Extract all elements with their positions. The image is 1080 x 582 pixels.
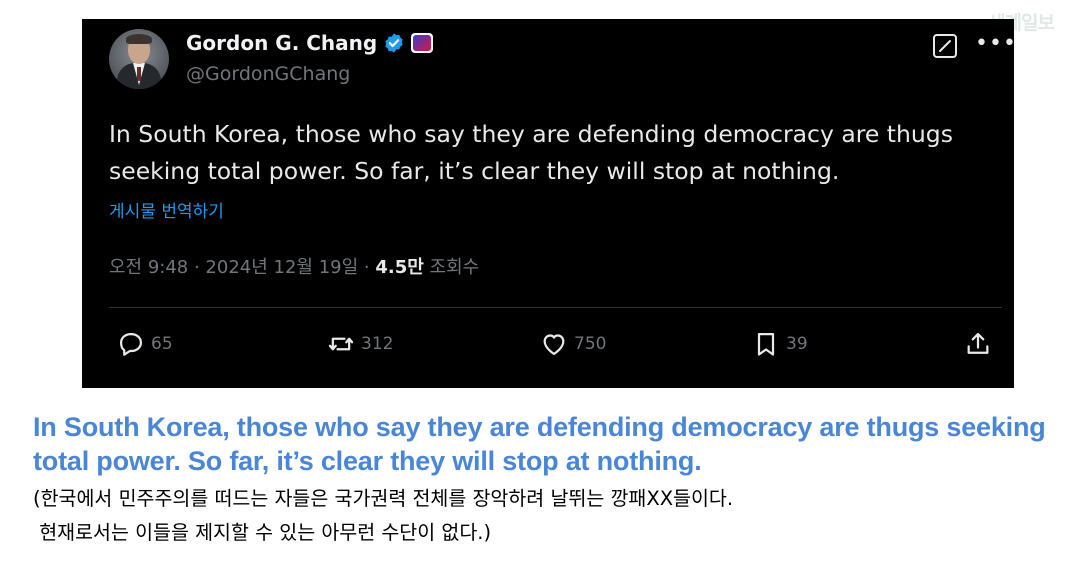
translate-link[interactable]: 게시물 번역하기 xyxy=(109,197,224,222)
repost-icon xyxy=(328,337,354,351)
bookmark-button[interactable]: 39 xyxy=(752,330,808,358)
like-button[interactable]: 750 xyxy=(540,330,606,358)
caption-korean: (한국에서 민주주의를 떠드는 자들은 국가권력 전체를 장악하려 날뛰는 깡패… xyxy=(33,482,1063,550)
caption-english: In South Korea, those who say they are d… xyxy=(33,412,1046,476)
share-button[interactable] xyxy=(964,330,998,358)
caption-korean-line2: 현재로서는 이들을 제지할 수 있는 아무런 수단이 없다.) xyxy=(33,521,492,544)
affiliation-badge-icon[interactable] xyxy=(411,33,434,53)
views-label: 조회수 xyxy=(423,257,480,278)
tweet-card: Gordon G. Chang @GordonGChang ••• In Sou… xyxy=(82,19,1017,388)
reply-icon xyxy=(119,332,143,356)
repost-button[interactable]: 312 xyxy=(327,330,393,358)
like-icon xyxy=(543,334,565,356)
reply-button[interactable]: 65 xyxy=(117,330,173,358)
timestamp[interactable]: 오전 9:48 · 2024년 12월 19일 xyxy=(109,257,358,278)
avatar[interactable] xyxy=(109,29,169,89)
tweet-text: In South Korea, those who say they are d… xyxy=(109,120,953,185)
more-icon[interactable]: ••• xyxy=(975,31,1017,56)
caption-korean-line1: (한국에서 민주주의를 떠드는 자들은 국가권력 전체를 장악하려 날뛰는 깡패… xyxy=(33,487,734,510)
bookmark-count: 39 xyxy=(786,334,808,354)
author-row: Gordon G. Chang xyxy=(186,31,434,55)
divider xyxy=(109,307,1002,308)
tweet-meta: 오전 9:48 · 2024년 12월 19일 · 4.5만 조회수 xyxy=(109,253,479,279)
author-handle[interactable]: @GordonGChang xyxy=(186,63,350,85)
repost-count: 312 xyxy=(361,334,394,354)
reply-count: 65 xyxy=(151,334,173,354)
verified-badge-icon[interactable] xyxy=(383,32,405,54)
share-icon xyxy=(967,332,989,354)
views-count: 4.5만 xyxy=(375,257,424,278)
bookmark-icon xyxy=(757,332,775,356)
caption: In South Korea, those who say they are d… xyxy=(33,410,1063,550)
meta-separator: · xyxy=(358,257,376,278)
like-count: 750 xyxy=(574,334,607,354)
author-name[interactable]: Gordon G. Chang xyxy=(186,31,377,55)
grok-icon[interactable] xyxy=(932,33,958,59)
